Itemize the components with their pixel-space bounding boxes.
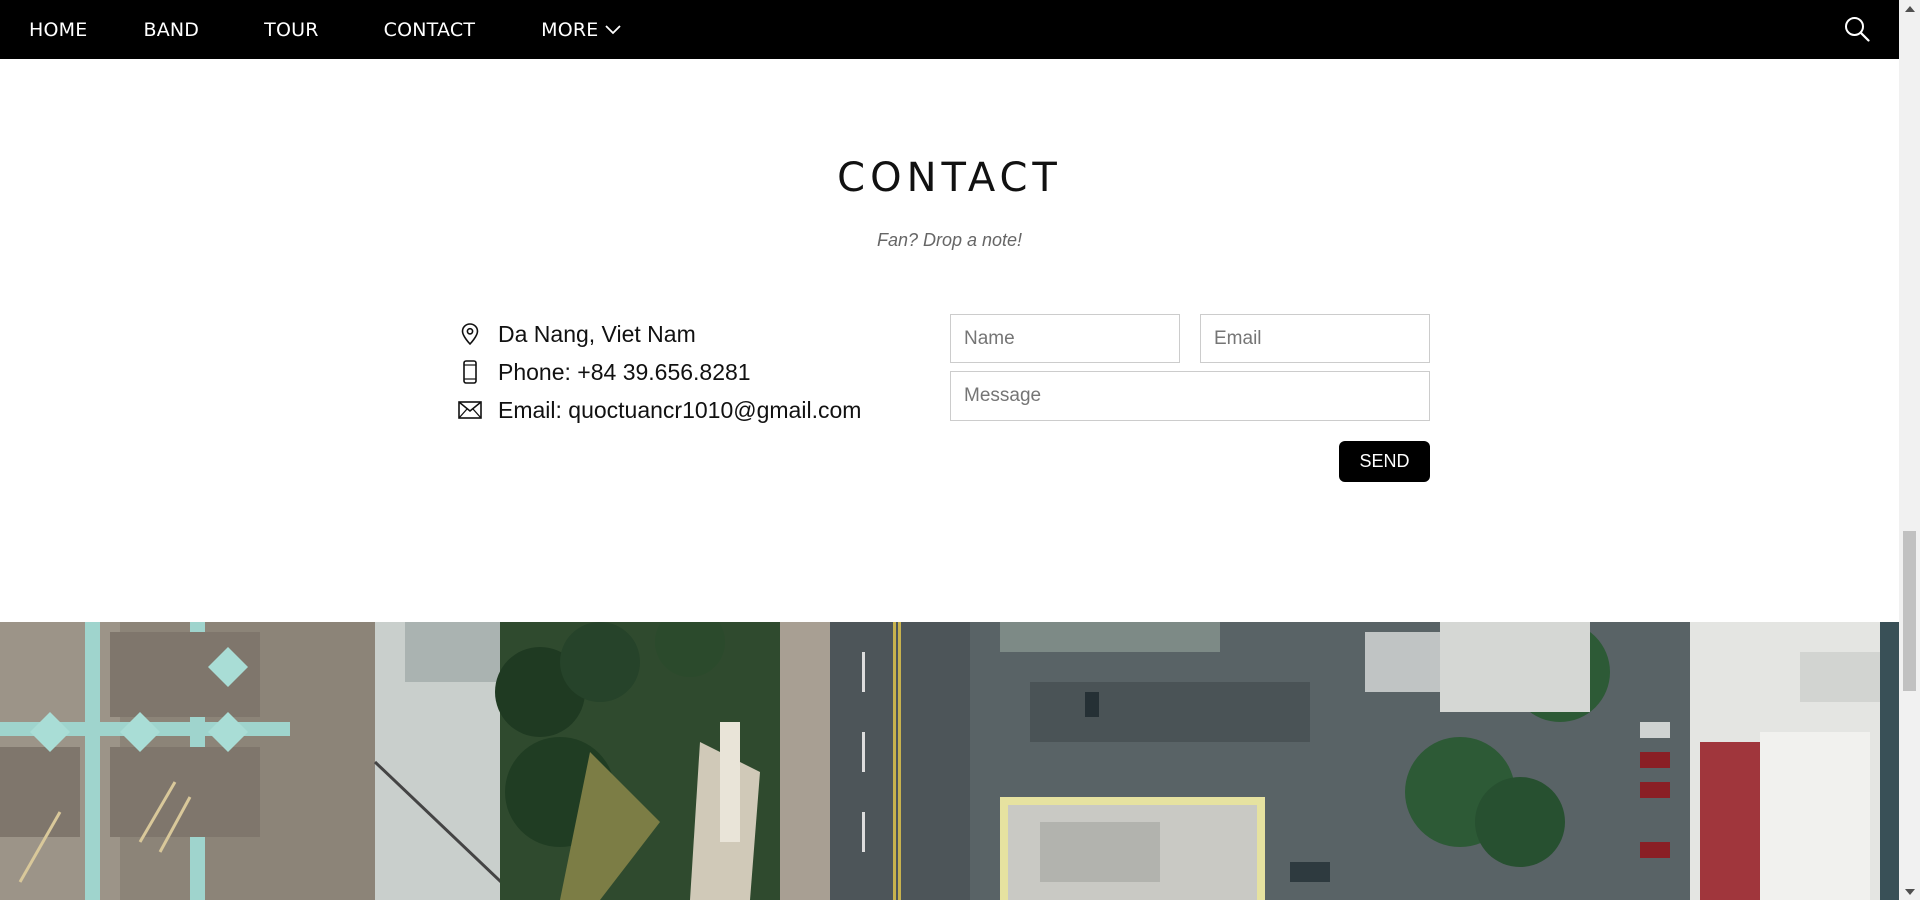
envelope-icon: [458, 398, 482, 422]
phone-text: Phone: +84 39.656.8281: [498, 358, 751, 385]
contact-phone: Phone: +84 39.656.8281: [458, 353, 861, 391]
search-icon[interactable]: [1843, 15, 1871, 43]
location-pin-icon: [458, 322, 482, 346]
chevron-down-icon: [604, 24, 621, 35]
contact-address: Da Nang, Viet Nam: [458, 315, 861, 353]
page: HOME BAND TOUR CONTACT MORE CONTACT Fan?…: [0, 0, 1899, 900]
email-text: Email: quoctuancr1010@gmail.com: [498, 396, 862, 423]
contact-info: Da Nang, Viet Nam Phone: +84 39.656.8281: [458, 315, 861, 429]
vertical-scrollbar[interactable]: [1899, 0, 1920, 900]
message-input[interactable]: [950, 371, 1430, 421]
aerial-city-image: [0, 622, 1899, 900]
email-input[interactable]: [1200, 314, 1430, 363]
section-subtitle: Fan? Drop a note!: [876, 230, 1023, 250]
mobile-phone-icon: [458, 360, 482, 384]
nav-item-tour[interactable]: TOUR: [264, 0, 318, 59]
nav-item-more-label: MORE: [541, 18, 599, 41]
contact-email: Email: quoctuancr1010@gmail.com: [458, 391, 861, 429]
top-navigation: HOME BAND TOUR CONTACT MORE: [0, 0, 1899, 59]
send-button[interactable]: SEND: [1339, 441, 1430, 482]
section-title: CONTACT: [837, 155, 1062, 201]
address-text: Da Nang, Viet Nam: [498, 320, 696, 347]
nav-item-home[interactable]: HOME: [29, 0, 87, 59]
nav-item-band[interactable]: BAND: [143, 0, 199, 59]
scrollbar-thumb[interactable]: [1903, 531, 1916, 691]
scroll-up-arrow-icon[interactable]: [1899, 0, 1920, 17]
nav-item-more[interactable]: MORE: [541, 0, 621, 59]
name-input[interactable]: [950, 314, 1180, 363]
nav-item-contact[interactable]: CONTACT: [384, 0, 476, 59]
scroll-down-arrow-icon[interactable]: [1899, 883, 1920, 900]
